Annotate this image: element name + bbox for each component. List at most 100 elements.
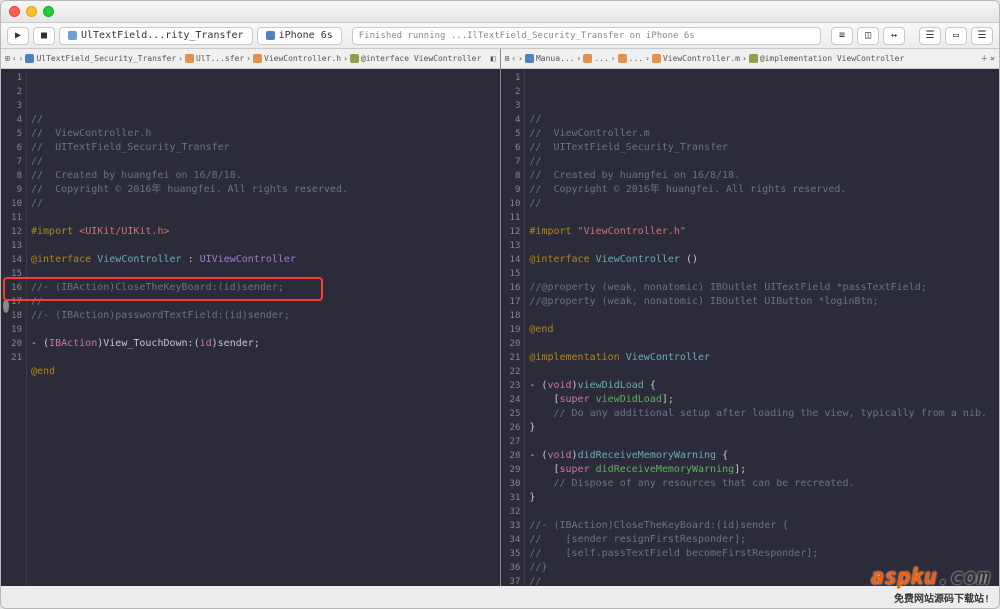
back-icon[interactable]: ‹ <box>12 54 17 63</box>
line-number[interactable]: 33 <box>501 519 521 533</box>
line-number[interactable]: 22 <box>501 365 521 379</box>
code-line[interactable]: - (void)didReceiveMemoryWarning { <box>529 449 999 463</box>
toggle-utilities-button[interactable]: ☰ <box>971 27 993 45</box>
code-line[interactable] <box>31 323 500 337</box>
line-number[interactable]: 12 <box>501 225 521 239</box>
left-gutter[interactable]: 123456789101112131415161718192021 <box>1 69 27 586</box>
line-number[interactable]: 34 <box>501 533 521 547</box>
code-line[interactable]: // UITextField_Security_Transfer <box>31 141 500 155</box>
back-icon[interactable]: ‹ <box>511 54 516 63</box>
crumb-segment[interactable]: ViewController.m <box>663 54 740 63</box>
code-line[interactable] <box>529 337 999 351</box>
code-line[interactable] <box>529 239 999 253</box>
line-number[interactable]: 2 <box>1 85 22 99</box>
line-number[interactable]: 8 <box>501 169 521 183</box>
toggle-navigator-button[interactable]: ☰ <box>919 27 941 45</box>
code-line[interactable]: // <box>31 295 500 309</box>
line-number[interactable]: 7 <box>1 155 22 169</box>
code-line[interactable]: [super viewDidLoad]; <box>529 393 999 407</box>
stop-button[interactable]: ■ <box>33 27 55 45</box>
code-line[interactable] <box>529 211 999 225</box>
line-number[interactable]: 27 <box>501 435 521 449</box>
code-line[interactable]: // Copyright © 2016年 huangfei. All right… <box>31 183 500 197</box>
line-number[interactable]: 15 <box>1 267 22 281</box>
code-line[interactable]: - (IBAction)View_TouchDown:(id)sender; <box>31 337 500 351</box>
line-number[interactable]: 14 <box>501 253 521 267</box>
code-line[interactable]: [super didReceiveMemoryWarning]; <box>529 463 999 477</box>
line-number[interactable]: 21 <box>1 351 22 365</box>
line-number[interactable]: 13 <box>1 239 22 253</box>
code-line[interactable]: } <box>529 491 999 505</box>
line-number[interactable]: 29 <box>501 463 521 477</box>
code-line[interactable]: // <box>31 197 500 211</box>
line-number[interactable]: 25 <box>501 407 521 421</box>
line-number[interactable]: 13 <box>501 239 521 253</box>
line-number[interactable]: 6 <box>501 141 521 155</box>
left-editor[interactable]: 123456789101112131415161718192021 //// V… <box>1 69 500 586</box>
line-number[interactable]: 12 <box>1 225 22 239</box>
line-number[interactable]: 23 <box>501 379 521 393</box>
editor-version-button[interactable]: ↔ <box>883 27 905 45</box>
crumb-segment[interactable]: ... <box>594 54 608 63</box>
code-line[interactable] <box>31 211 500 225</box>
line-number[interactable]: 1 <box>1 71 22 85</box>
line-number[interactable]: 16 <box>1 281 22 295</box>
code-line[interactable] <box>31 379 500 393</box>
line-number[interactable]: 4 <box>501 113 521 127</box>
crumb-segment[interactable]: @interface ViewController <box>361 54 481 63</box>
line-number[interactable]: 5 <box>1 127 22 141</box>
code-line[interactable]: // UITextField_Security_Transfer <box>529 141 999 155</box>
line-number[interactable]: 28 <box>501 449 521 463</box>
line-number[interactable]: 11 <box>1 211 22 225</box>
line-number[interactable]: 17 <box>501 295 521 309</box>
right-jumpbar[interactable]: ⊞ ‹ › Manua...›...›...›ViewController.m›… <box>501 49 1000 69</box>
code-line[interactable]: // <box>529 113 999 127</box>
code-line[interactable]: //- (IBAction)CloseTheKeyBoard:(id)sende… <box>529 519 999 533</box>
code-line[interactable]: // <box>529 197 999 211</box>
line-number[interactable]: 3 <box>501 99 521 113</box>
code-line[interactable] <box>31 351 500 365</box>
line-number[interactable]: 5 <box>501 127 521 141</box>
editor-assistant-button[interactable]: ◫ <box>857 27 879 45</box>
line-number[interactable]: 19 <box>501 323 521 337</box>
add-assistant-icon[interactable]: ＋ <box>980 53 988 64</box>
toggle-debug-button[interactable]: ▭ <box>945 27 967 45</box>
crumb-segment[interactable]: UlTextField_Security_Transfer <box>36 54 176 63</box>
code-line[interactable]: //@property (weak, nonatomic) IBOutlet U… <box>529 281 999 295</box>
crumb-segment[interactable]: ... <box>629 54 643 63</box>
editor-standard-button[interactable]: ≡ <box>831 27 853 45</box>
forward-icon[interactable]: › <box>19 54 24 63</box>
jump-close-icon[interactable]: ◧ <box>491 54 496 63</box>
related-icon[interactable]: ⊞ <box>505 54 510 63</box>
code-line[interactable]: @end <box>31 365 500 379</box>
left-jumpbar[interactable]: ⊞ ‹ › UlTextField_Security_Transfer›UlT.… <box>1 49 500 69</box>
line-number[interactable]: 11 <box>501 211 521 225</box>
code-line[interactable]: - (void)viewDidLoad { <box>529 379 999 393</box>
line-number[interactable]: 1 <box>501 71 521 85</box>
line-number[interactable]: 2 <box>501 85 521 99</box>
code-line[interactable]: @implementation ViewController <box>529 351 999 365</box>
code-line[interactable]: @interface ViewController () <box>529 253 999 267</box>
code-line[interactable]: #import "ViewController.h" <box>529 225 999 239</box>
forward-icon[interactable]: › <box>518 54 523 63</box>
line-number[interactable]: 9 <box>501 183 521 197</box>
code-line[interactable] <box>529 505 999 519</box>
code-line[interactable]: // Copyright © 2016年 huangfei. All right… <box>529 183 999 197</box>
line-number[interactable]: 8 <box>1 169 22 183</box>
code-line[interactable]: // [self.passTextField becomeFirstRespon… <box>529 547 999 561</box>
line-number[interactable]: 35 <box>501 547 521 561</box>
code-line[interactable]: //- (IBAction)CloseTheKeyBoard:(id)sende… <box>31 281 500 295</box>
line-number[interactable]: 18 <box>501 309 521 323</box>
scheme-selector[interactable]: UlTextField...rity_Transfer <box>59 27 253 45</box>
code-line[interactable]: // ViewController.h <box>31 127 500 141</box>
code-line[interactable]: // Created by huangfei on 16/8/18. <box>529 169 999 183</box>
device-selector[interactable]: iPhone 6s <box>257 27 342 45</box>
line-number[interactable]: 20 <box>1 337 22 351</box>
line-number[interactable]: 21 <box>501 351 521 365</box>
line-number[interactable]: 32 <box>501 505 521 519</box>
code-line[interactable] <box>529 309 999 323</box>
minimize-icon[interactable] <box>26 6 37 17</box>
line-number[interactable]: 36 <box>501 561 521 575</box>
crumb-segment[interactable]: Manua... <box>536 54 575 63</box>
code-line[interactable]: // <box>31 155 500 169</box>
